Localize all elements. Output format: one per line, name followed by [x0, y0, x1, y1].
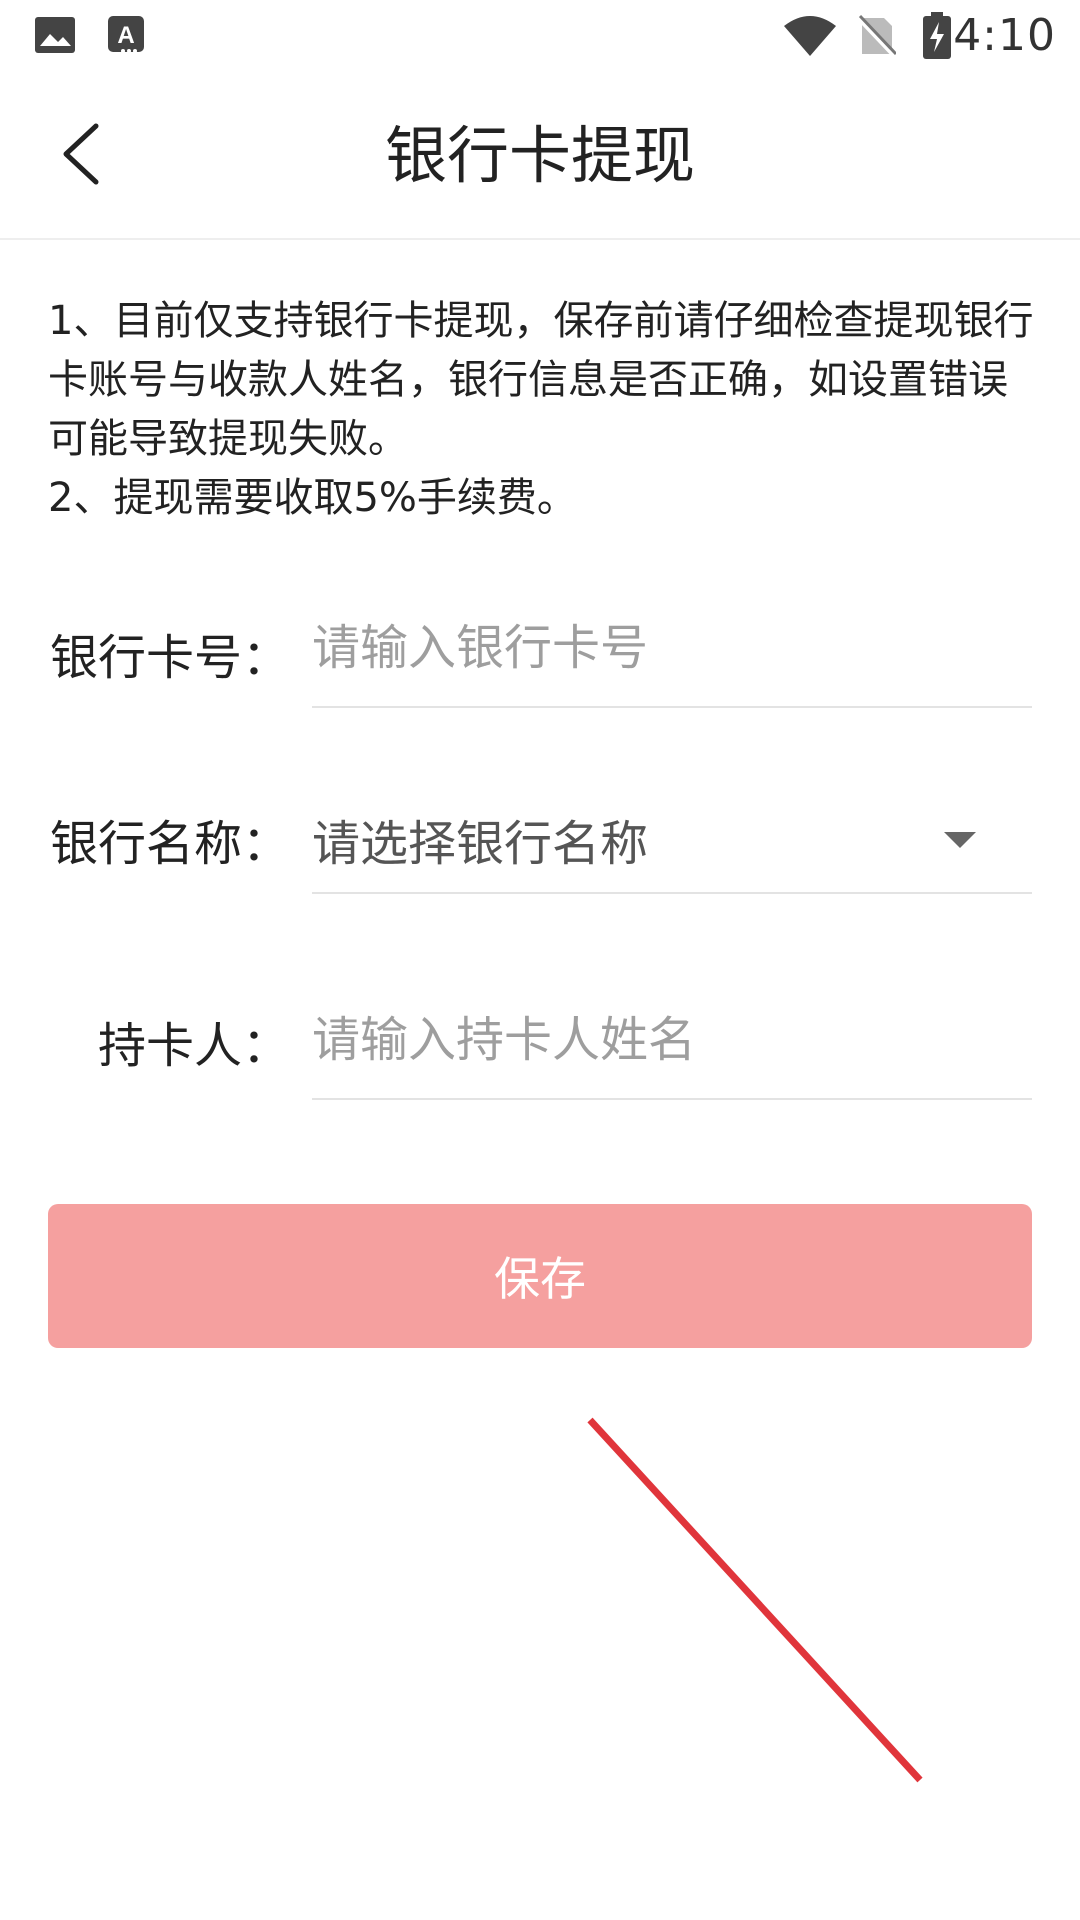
- bank-name-label: 银行名称：: [49, 816, 290, 872]
- card-holder-input[interactable]: [312, 992, 1032, 1088]
- card-number-input[interactable]: [312, 600, 1032, 696]
- card-holder-row: 持卡人：: [0, 992, 1080, 1110]
- card-number-row: 银行卡号：: [0, 600, 1080, 710]
- bank-name-selected: 请选择银行名称: [312, 816, 649, 872]
- dropdown-arrow-icon: [944, 832, 976, 848]
- card-holder-field-wrap: [312, 992, 1032, 1100]
- card-holder-label: 持卡人：: [97, 1018, 290, 1074]
- battery-charging-icon: [923, 12, 951, 59]
- notice-line-1: 1、目前仅支持银行卡提现，保存前请仔细检查提现银行卡账号与收款人姓名，银行信息是…: [48, 298, 1034, 462]
- card-number-label: 银行卡号：: [49, 630, 290, 686]
- page-title: 银行卡提现: [384, 119, 695, 192]
- wifi-icon: [784, 16, 836, 56]
- app-bar: 银行卡提现: [0, 76, 1080, 240]
- status-bar: A 4:10: [0, 0, 1080, 76]
- save-button[interactable]: 保存: [48, 1204, 1032, 1348]
- bank-name-select[interactable]: 请选择银行名称: [312, 786, 1032, 894]
- text-recognition-icon: A: [108, 16, 144, 53]
- gallery-icon: [35, 17, 75, 53]
- clock: 4:10: [953, 10, 1056, 61]
- withdraw-notice: 1、目前仅支持银行卡提现，保存前请仔细检查提现银行卡账号与收款人姓名，银行信息是…: [48, 292, 1038, 528]
- bank-name-row: 银行名称： 请选择银行名称: [0, 806, 1080, 916]
- notice-line-2: 2、提现需要收取5%手续费。: [48, 475, 577, 521]
- annotation-stroke: [587, 1417, 923, 1783]
- withdraw-page: A 4:10 银行卡提现 1、目前仅支持银行卡提现，保存前请仔细检查提现银行卡账…: [0, 0, 1080, 1920]
- no-sim-icon: [858, 14, 896, 58]
- svg-text:A: A: [117, 22, 134, 49]
- card-number-field-wrap: [312, 600, 1032, 708]
